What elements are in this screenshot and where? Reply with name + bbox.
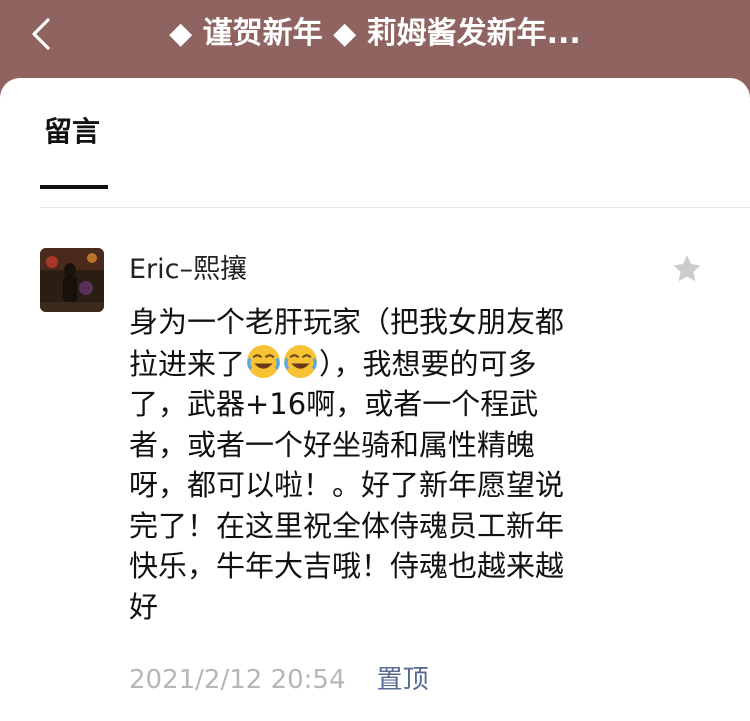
comment-line: 者，或者一个好坐骑和属性精魄 [129, 427, 536, 462]
comment-line: 好 [129, 589, 159, 624]
pin-button[interactable]: 置顶 [377, 665, 429, 695]
comment-line: 了，武器+16啊，或者一个程武 [129, 387, 539, 421]
nav-bar: ◆ 谨贺新年 ◆ 莉姆酱发新年... [0, 0, 750, 80]
comment-timestamp: 2021/2/12 20:54 [129, 665, 346, 695]
comment-text: 身为一个老肝玩家（把我女朋友都 拉进来了 ），我想要的可多 了，武器+16啊，或… [129, 302, 619, 627]
tab-active-indicator [40, 185, 108, 189]
comment-line: 身为一个老肝玩家（把我女朋友都 [129, 305, 565, 339]
comment-line-part: ），我想要的可多 [319, 346, 537, 381]
comment-line: 完了！在这里祝全体侍魂员工新年 [129, 508, 565, 543]
comment-line: 呀，都可以啦！。好了新年愿望说 [129, 468, 565, 502]
star-icon[interactable] [670, 252, 704, 286]
comment-line: 拉进来了 ），我想要的可多 [129, 343, 619, 385]
divider [40, 207, 750, 208]
avatar-photo-icon [40, 248, 104, 312]
back-chevron-icon[interactable] [22, 14, 62, 54]
comment-line: 快乐，牛年大吉哦！侍魂也越来越 [129, 549, 565, 583]
avatar[interactable] [40, 248, 104, 312]
face-with-tears-of-joy-icon [247, 344, 280, 378]
page-title: ◆ 谨贺新年 ◆ 莉姆酱发新年... [169, 16, 581, 51]
tab-comments[interactable]: 留言 [44, 112, 100, 152]
comment-line-part: 拉进来了 [129, 346, 246, 381]
face-with-tears-of-joy-icon [284, 344, 317, 378]
comment-meta: 2021/2/12 20:54 置顶 [129, 662, 429, 701]
comment-username[interactable]: Eric–熙攘 [129, 252, 247, 288]
